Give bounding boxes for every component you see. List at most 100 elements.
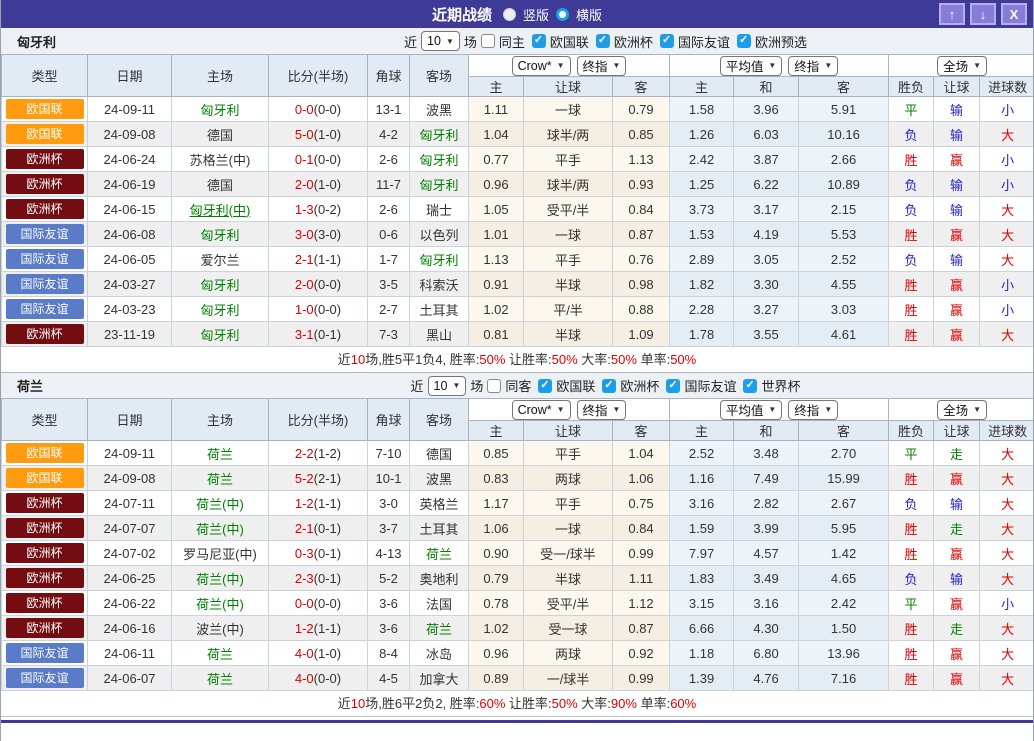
away-team: 科索沃 <box>410 272 469 297</box>
competition-checkbox[interactable]: ✓ <box>666 379 680 393</box>
sub-header: 主 <box>670 77 734 97</box>
handicap-home-odds: 0.90 <box>469 541 524 566</box>
avg-home-odds: 6.66 <box>670 616 734 641</box>
matches-count-select[interactable]: 10▼ <box>428 376 467 396</box>
handicap-away-odds: 0.99 <box>613 541 670 566</box>
odds-final-select[interactable]: 终指▼ <box>577 56 627 76</box>
result-handicap: 赢 <box>934 147 980 172</box>
avg-home-odds: 1.16 <box>670 466 734 491</box>
away-team: 匈牙利 <box>410 172 469 197</box>
col-header-home: 主场 <box>172 399 269 441</box>
average-final-select[interactable]: 终指▼ <box>788 400 838 420</box>
competition-badge: 欧洲杯 <box>6 543 84 563</box>
move-down-button[interactable]: ↓ <box>970 3 996 25</box>
results-table: 类型 日期 主场 比分(半场) 角球 客场 Crow*▼ 终指▼ 平均值 <box>1 398 1034 691</box>
match-date: 24-06-22 <box>88 591 172 616</box>
competition-cell: 欧洲杯 <box>2 541 88 566</box>
avg-draw-odds: 7.49 <box>734 466 799 491</box>
home-team: 苏格兰(中) <box>172 147 269 172</box>
result-goals: 大 <box>980 122 1034 147</box>
avg-home-odds: 1.82 <box>670 272 734 297</box>
score-cell: 1-2(1-1) <box>269 491 368 516</box>
scope-select[interactable]: 全场▼ <box>937 400 987 420</box>
match-date: 24-06-07 <box>88 666 172 691</box>
average-select[interactable]: 平均值▼ <box>720 400 782 420</box>
avg-away-odds: 5.53 <box>799 222 889 247</box>
same-venue-checkbox[interactable] <box>481 34 495 48</box>
competition-checkbox[interactable]: ✓ <box>532 34 546 48</box>
radio-horizontal-layout[interactable] <box>556 8 569 21</box>
avg-home-odds: 3.73 <box>670 197 734 222</box>
handicap-line: 一球 <box>524 222 613 247</box>
handicap-home-odds: 1.04 <box>469 122 524 147</box>
match-row: 国际友谊24-03-27匈牙利2-0(0-0)3-5科索沃0.91半球0.981… <box>2 272 1034 297</box>
avg-draw-odds: 4.76 <box>734 666 799 691</box>
radio-vertical-layout[interactable] <box>503 8 516 21</box>
corners-cell: 7-3 <box>368 322 410 347</box>
corners-cell: 3-7 <box>368 516 410 541</box>
odds-final-select[interactable]: 终指▼ <box>577 400 627 420</box>
matches-count-select[interactable]: 10▼ <box>421 31 460 51</box>
scope-select[interactable]: 全场▼ <box>937 56 987 76</box>
result-handicap: 赢 <box>934 591 980 616</box>
avg-home-odds: 2.89 <box>670 247 734 272</box>
handicap-away-odds: 0.87 <box>613 222 670 247</box>
match-date: 24-07-11 <box>88 491 172 516</box>
handicap-select-group: Crow*▼ 终指▼ <box>469 399 670 421</box>
handicap-line: 平/半 <box>524 297 613 322</box>
match-date: 24-06-24 <box>88 147 172 172</box>
competition-checkbox[interactable]: ✓ <box>538 379 552 393</box>
match-row: 欧国联24-09-11匈牙利0-0(0-0)13-1波黑1.11一球0.791.… <box>2 97 1034 122</box>
competition-checkbox[interactable]: ✓ <box>596 34 610 48</box>
score-cell: 2-1(1-1) <box>269 247 368 272</box>
avg-away-odds: 2.15 <box>799 197 889 222</box>
average-select[interactable]: 平均值▼ <box>720 56 782 76</box>
odds-source-select[interactable]: Crow*▼ <box>512 400 571 420</box>
close-button[interactable]: X <box>1001 3 1027 25</box>
col-header-home: 主场 <box>172 55 269 97</box>
corners-cell: 5-2 <box>368 566 410 591</box>
handicap-line: 球半/两 <box>524 122 613 147</box>
move-up-button[interactable]: ↑ <box>939 3 965 25</box>
handicap-line: 两球 <box>524 641 613 666</box>
handicap-home-odds: 0.89 <box>469 666 524 691</box>
result-handicap: 赢 <box>934 666 980 691</box>
handicap-line: 一/球半 <box>524 666 613 691</box>
avg-draw-odds: 6.80 <box>734 641 799 666</box>
handicap-line: 平手 <box>524 491 613 516</box>
average-final-select[interactable]: 终指▼ <box>788 56 838 76</box>
handicap-away-odds: 1.13 <box>613 147 670 172</box>
same-venue-checkbox[interactable] <box>487 379 501 393</box>
chevron-down-icon: ▼ <box>557 61 565 70</box>
result-wdl: 胜 <box>889 272 934 297</box>
handicap-line: 一球 <box>524 516 613 541</box>
result-wdl: 胜 <box>889 516 934 541</box>
avg-away-odds: 1.42 <box>799 541 889 566</box>
score-cell: 1-2(1-1) <box>269 616 368 641</box>
check-icon: ✓ <box>739 33 748 46</box>
handicap-line: 两球 <box>524 466 613 491</box>
handicap-away-odds: 0.85 <box>613 122 670 147</box>
avg-home-odds: 2.42 <box>670 147 734 172</box>
result-goals: 大 <box>980 247 1034 272</box>
result-goals: 小 <box>980 147 1034 172</box>
odds-source-select[interactable]: Crow*▼ <box>512 56 571 76</box>
competition-checkbox[interactable]: ✓ <box>743 379 757 393</box>
sub-header: 客 <box>613 77 670 97</box>
away-team: 以色列 <box>410 222 469 247</box>
competition-cell: 欧洲杯 <box>2 322 88 347</box>
competition-checkbox[interactable]: ✓ <box>602 379 616 393</box>
home-team: 荷兰(中) <box>172 516 269 541</box>
score-cell: 2-0(1-0) <box>269 172 368 197</box>
avg-home-odds: 1.53 <box>670 222 734 247</box>
score-cell: 0-0(0-0) <box>269 97 368 122</box>
competition-checkbox[interactable]: ✓ <box>737 34 751 48</box>
check-icon: ✓ <box>540 378 549 391</box>
avg-draw-odds: 3.96 <box>734 97 799 122</box>
home-team: 德国 <box>172 122 269 147</box>
competition-cell: 国际友谊 <box>2 222 88 247</box>
home-team: 荷兰 <box>172 441 269 466</box>
competition-checkbox[interactable]: ✓ <box>660 34 674 48</box>
col-header-score: 比分(半场) <box>269 55 368 97</box>
games-label: 场 <box>464 32 477 51</box>
